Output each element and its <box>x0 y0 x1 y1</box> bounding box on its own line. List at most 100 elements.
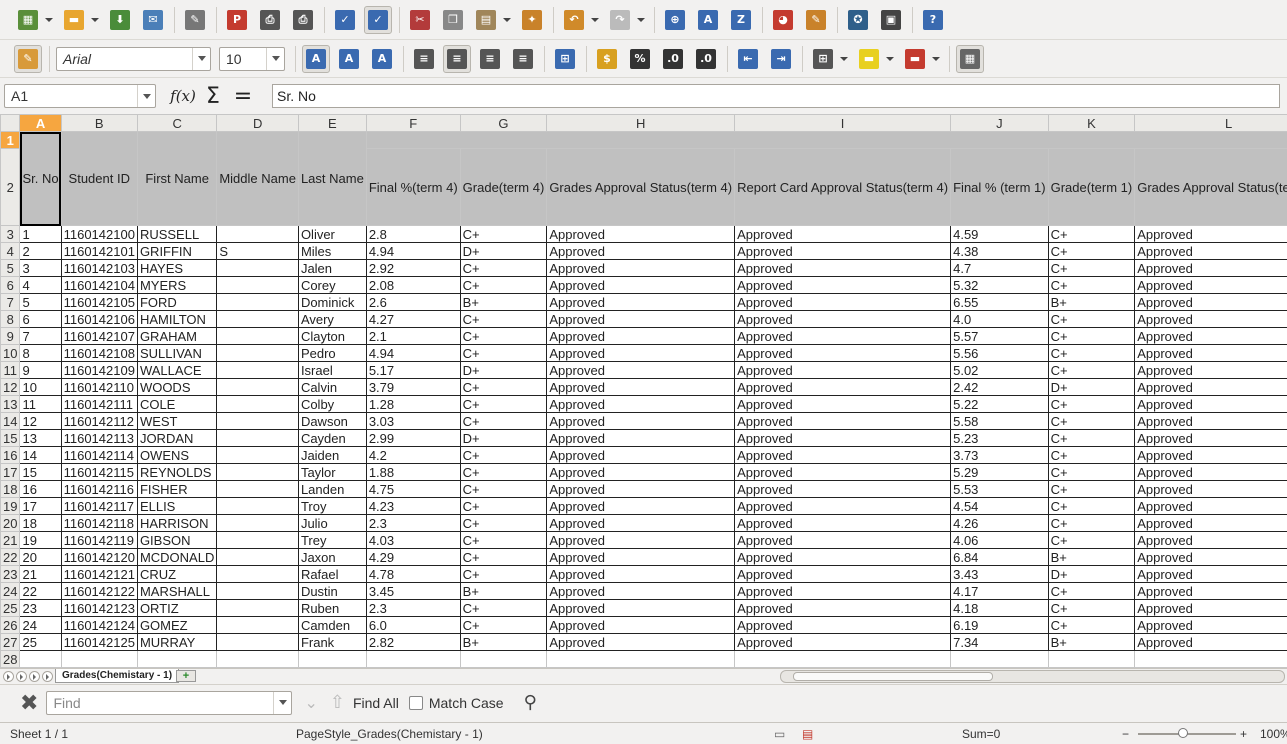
cell-c4[interactable]: GRIFFIN <box>136 242 218 260</box>
cell-k20[interactable]: C+ <box>1047 514 1136 532</box>
cell-d6[interactable] <box>216 276 299 294</box>
cell-a21[interactable]: 19 <box>19 531 62 549</box>
cell-h21[interactable]: Approved <box>546 531 736 549</box>
previous-sheet-icon[interactable] <box>16 671 27 682</box>
sum-icon[interactable]: Σ <box>200 84 226 109</box>
name-box[interactable]: A1 <box>4 84 156 108</box>
row-header-20[interactable]: 20 <box>0 514 21 532</box>
column-header-h[interactable]: H <box>546 114 736 132</box>
function-wizard-icon[interactable]: f(x) <box>170 84 196 108</box>
cell-j11[interactable]: 5.02 <box>950 361 1049 379</box>
row-header-9[interactable]: 9 <box>0 327 21 345</box>
cell-h16[interactable]: Approved <box>546 446 736 464</box>
cell-j24[interactable]: 4.17 <box>950 582 1049 600</box>
cell-b15[interactable]: 1160142113 <box>60 429 138 447</box>
cell-a3[interactable]: 1 <box>19 225 62 243</box>
sheet-tab-grades[interactable]: Grades(Chemistary - 1) <box>55 669 180 683</box>
cell-k27[interactable]: B+ <box>1047 633 1136 651</box>
cell-f7[interactable]: 2.6 <box>365 293 461 311</box>
cell-c18[interactable]: FISHER <box>136 480 218 498</box>
cell-a20[interactable]: 18 <box>19 514 62 532</box>
cell-b3[interactable]: 1160142100 <box>60 225 138 243</box>
cell-h22[interactable]: Approved <box>546 548 736 566</box>
cell-a5[interactable]: 3 <box>19 259 62 277</box>
cell-b23[interactable]: 1160142121 <box>60 565 138 583</box>
cell-i23[interactable]: Approved <box>734 565 952 583</box>
empty-cell[interactable] <box>216 650 299 668</box>
cell-j19[interactable]: 4.54 <box>950 497 1049 515</box>
column-header-j[interactable]: J <box>950 114 1049 132</box>
cell-k25[interactable]: C+ <box>1047 599 1136 617</box>
row-header-15[interactable]: 15 <box>0 429 21 447</box>
cell-i27[interactable]: Approved <box>734 633 952 651</box>
cell-b21[interactable]: 1160142119 <box>60 531 138 549</box>
cell-j17[interactable]: 5.29 <box>950 463 1049 481</box>
cell-c9[interactable]: GRAHAM <box>136 327 218 345</box>
dropdown-arrow-icon[interactable] <box>502 6 512 34</box>
cell-e12[interactable]: Calvin <box>297 378 367 396</box>
cell-d19[interactable] <box>216 497 299 515</box>
cell-c3[interactable]: RUSSELL <box>136 225 218 243</box>
empty-cell[interactable] <box>546 650 736 668</box>
cell-h23[interactable]: Approved <box>546 565 736 583</box>
column-header-c[interactable]: C <box>136 114 218 132</box>
cell-i10[interactable]: Approved <box>734 344 952 362</box>
cell-b27[interactable]: 1160142125 <box>60 633 138 651</box>
row-header-24[interactable]: 24 <box>0 582 21 600</box>
cell-j13[interactable]: 5.22 <box>950 395 1049 413</box>
cell-i26[interactable]: Approved <box>734 616 952 634</box>
cell-g4[interactable]: D+ <box>459 242 548 260</box>
font-size-box[interactable]: 10 <box>219 46 285 71</box>
empty-cell[interactable] <box>365 650 461 668</box>
cell-f18[interactable]: 4.75 <box>365 480 461 498</box>
cell-i6[interactable]: Approved <box>734 276 952 294</box>
cell-b18[interactable]: 1160142116 <box>60 480 138 498</box>
cell-h8[interactable]: Approved <box>546 310 736 328</box>
cell-c14[interactable]: WEST <box>136 412 218 430</box>
cell-c22[interactable]: MCDONALD <box>136 548 218 566</box>
cell-f10[interactable]: 4.94 <box>365 344 461 362</box>
paste-button[interactable]: ▤ <box>472 6 500 34</box>
navigator-button[interactable]: ✪ <box>844 6 872 34</box>
row-header-10[interactable]: 10 <box>0 344 21 362</box>
cell-d12[interactable] <box>216 378 299 396</box>
cell-c10[interactable]: SULLIVAN <box>136 344 218 362</box>
new-document-button[interactable]: ▦ <box>14 6 42 34</box>
cell-g5[interactable]: C+ <box>459 259 548 277</box>
cell-i15[interactable]: Approved <box>734 429 952 447</box>
cell-i22[interactable]: Approved <box>734 548 952 566</box>
cell-a10[interactable]: 8 <box>19 344 62 362</box>
cell-a6[interactable]: 4 <box>19 276 62 294</box>
name-box-dropdown-icon[interactable] <box>137 85 155 107</box>
cell-j16[interactable]: 3.73 <box>950 446 1049 464</box>
cell-g26[interactable]: C+ <box>459 616 548 634</box>
row-header-28[interactable]: 28 <box>0 650 21 668</box>
cell-f25[interactable]: 2.3 <box>365 599 461 617</box>
cell-h4[interactable]: Approved <box>546 242 736 260</box>
merge-cells-button[interactable]: ⊞ <box>551 45 579 73</box>
cell-b13[interactable]: 1160142111 <box>60 395 138 413</box>
cell-c23[interactable]: CRUZ <box>136 565 218 583</box>
cell-a22[interactable]: 20 <box>19 548 62 566</box>
cell-b19[interactable]: 1160142117 <box>60 497 138 515</box>
cell-b25[interactable]: 1160142123 <box>60 599 138 617</box>
cell-g11[interactable]: D+ <box>459 361 548 379</box>
italic-button[interactable]: A <box>335 45 363 73</box>
cell-d27[interactable] <box>216 633 299 651</box>
cell-f17[interactable]: 1.88 <box>365 463 461 481</box>
cell-a17[interactable]: 15 <box>19 463 62 481</box>
copy-button[interactable]: ❐ <box>439 6 467 34</box>
row-header-22[interactable]: 22 <box>0 548 21 566</box>
sheet-table[interactable]: ABCDEFGHIJKLMNO1Sr. NoStudent IDFirst Na… <box>0 114 1287 668</box>
cell-j5[interactable]: 4.7 <box>950 259 1049 277</box>
cell-j20[interactable]: 4.26 <box>950 514 1049 532</box>
cell-b7[interactable]: 1160142105 <box>60 293 138 311</box>
column-header-b[interactable]: B <box>60 114 138 132</box>
cell-k11[interactable]: C+ <box>1047 361 1136 379</box>
cell-e8[interactable]: Avery <box>297 310 367 328</box>
cell-k21[interactable]: C+ <box>1047 531 1136 549</box>
cell-g27[interactable]: B+ <box>459 633 548 651</box>
zoom-slider-thumb[interactable] <box>1178 728 1188 738</box>
header-cell-l[interactable]: Grades Approval Status(term 1) <box>1134 148 1287 226</box>
row-header-21[interactable]: 21 <box>0 531 21 549</box>
